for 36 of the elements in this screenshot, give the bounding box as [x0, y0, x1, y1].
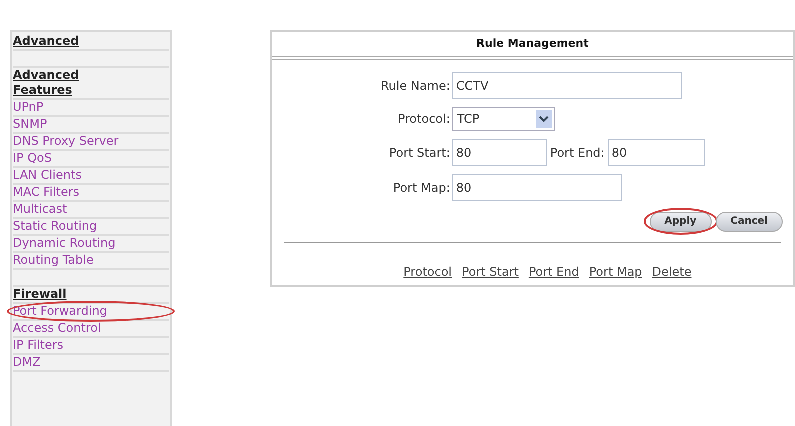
column-header[interactable]: Port End: [528, 262, 580, 280]
sidebar-link[interactable]: IP Filters: [13, 338, 64, 352]
sidebar-link[interactable]: Port Forwarding: [13, 304, 108, 318]
sidebar-link[interactable]: Routing Table: [13, 253, 94, 267]
field-label: Port Map:: [392, 180, 452, 196]
field-label: Port End:: [549, 144, 606, 162]
sidebar-link[interactable]: SNMP: [13, 117, 48, 131]
panel-title: Rule Management: [476, 36, 589, 52]
field-label: Rule Name:: [380, 78, 452, 94]
column-header[interactable]: Protocol: [404, 262, 452, 280]
sidebar-heading: Firewall: [13, 287, 68, 302]
sidebar-link[interactable]: Multicast: [13, 202, 68, 216]
sidebar-heading: Advanced: [13, 34, 80, 49]
sidebar-link[interactable]: DNS Proxy Server: [13, 134, 119, 148]
sidebar-link[interactable]: Static Routing: [13, 219, 98, 233]
sidebar-link[interactable]: Access Control: [13, 321, 102, 335]
text-field[interactable]: CCTV: [452, 72, 682, 99]
action-button[interactable]: Apply: [650, 212, 712, 232]
text-field[interactable]: 80: [608, 139, 705, 166]
chevron-icon: [536, 110, 552, 128]
sidebar-link[interactable]: UPnP: [13, 100, 44, 114]
sidebar-link[interactable]: DMZ: [13, 355, 41, 369]
column-header[interactable]: Port Map: [589, 262, 642, 280]
sidebar-link[interactable]: MAC Filters: [13, 185, 80, 199]
text-field[interactable]: 80: [452, 139, 548, 166]
field-label: Protocol:: [396, 111, 452, 128]
column-header[interactable]: Delete: [652, 262, 692, 280]
sidebar-link[interactable]: IP QoS: [13, 151, 52, 165]
text-field[interactable]: 80: [452, 174, 622, 201]
sidebar-heading: Advanced Features: [13, 68, 80, 98]
protocol-select[interactable]: TCP: [452, 107, 556, 131]
field-label: Port Start:: [388, 144, 452, 162]
column-header[interactable]: Port Start: [462, 262, 519, 280]
sidebar-link[interactable]: Dynamic Routing: [13, 236, 116, 250]
action-button[interactable]: Cancel: [716, 212, 783, 232]
sidebar-link[interactable]: LAN Clients: [13, 168, 82, 182]
